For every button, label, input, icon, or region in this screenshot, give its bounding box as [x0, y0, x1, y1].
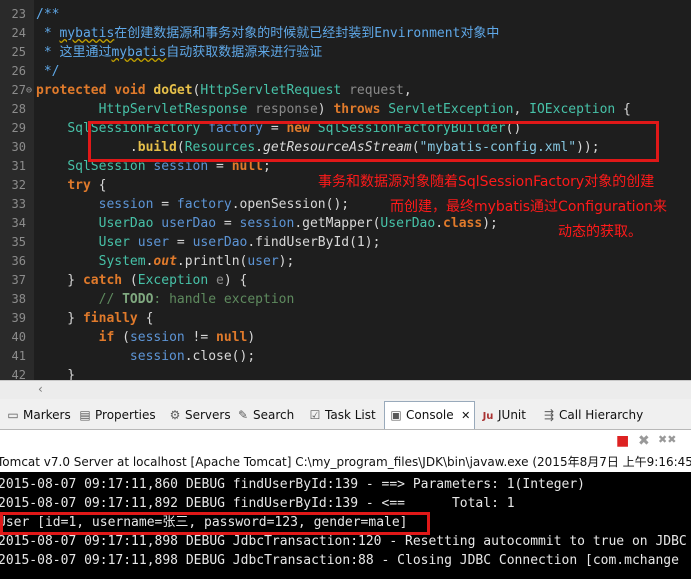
code-line: 42 } — [0, 366, 691, 380]
code-text: * 这里通过mybatis自动获取数据源来进行验证 — [36, 45, 323, 60]
console-process-label: Tomcat v7.0 Server at localhost [Apache … — [0, 455, 691, 469]
console-line: 2015-08-07 09:17:11,898 DEBUG JdbcTransa… — [0, 553, 679, 568]
code-line: 26 */ — [0, 62, 691, 81]
tab-label: Task List — [325, 408, 376, 422]
code-line: 24 * mybatis在创建数据源和事务对象的时候就已经封装到Environm… — [0, 24, 691, 43]
view-tabs: ▭ Markers ▤ Properties ⚙ Servers ✎ Search ☑ Task … — [0, 399, 691, 430]
line-number: 27 — [11, 83, 26, 97]
tab-label: Servers — [185, 408, 231, 422]
tab-search[interactable]: ✎ Search — [236, 405, 294, 425]
remove-all-launches-icon[interactable]: ✖✖ — [658, 433, 676, 446]
annotation-line-3: 动态的获取。 — [558, 224, 642, 240]
line-number: 40 — [11, 330, 26, 344]
close-tab-icon[interactable]: ✕ — [458, 409, 470, 422]
console-icon: ▣ — [390, 408, 402, 422]
line-number: 26 — [11, 64, 26, 78]
code-line: 27 ⊖ protected void doGet(HttpServletReque… — [0, 81, 691, 100]
tab-markers[interactable]: ▭ Markers — [6, 405, 71, 425]
console-process-header: Tomcat v7.0 Server at localhost [Apache … — [0, 452, 691, 472]
line-number: 24 — [11, 26, 26, 40]
highlight-box-factory — [88, 121, 659, 162]
line-number: 23 — [11, 7, 26, 21]
code-line: 38 // TODO: handle exception — [0, 290, 691, 309]
tab-task-list[interactable]: ☑ Task List — [308, 405, 376, 425]
junit-icon: Ju — [482, 411, 494, 422]
code-text: System.out.println(user); — [98, 254, 295, 269]
code-text: session = factory.openSession(); — [98, 197, 350, 212]
line-number: 41 — [11, 349, 26, 363]
tab-console[interactable]: ▣ Console ✕ — [384, 401, 476, 429]
code-text: session.close(); — [129, 349, 256, 364]
search-icon: ✎ — [237, 408, 249, 422]
properties-icon: ▤ — [79, 408, 91, 422]
code-text: } finally { — [36, 311, 154, 326]
tab-servers[interactable]: ⚙ Servers — [168, 405, 231, 425]
code-text: try { — [67, 178, 107, 193]
line-number: 33 — [11, 197, 26, 211]
servers-icon: ⚙ — [169, 408, 181, 422]
tab-junit[interactable]: Ju JUnit — [481, 405, 526, 425]
code-text: if (session != null) — [98, 330, 256, 345]
annotation-line-2: 而创建，最终mybatis通过Configuration来 — [390, 199, 668, 215]
code-text: */ — [36, 64, 60, 79]
code-line: 39 } finally { — [0, 309, 691, 328]
console-line: 2015-08-07 09:17:11,892 DEBUG findUserBy… — [0, 496, 515, 511]
code-text: protected void doGet(HttpServletRequest … — [36, 83, 412, 98]
code-line: 37 } catch (Exception e) { — [0, 271, 691, 290]
code-text: } — [36, 368, 76, 380]
stop-icon[interactable]: ■ — [616, 433, 629, 449]
code-text: UserDao userDao = session.getMapper(User… — [98, 216, 498, 231]
line-number: 42 — [11, 368, 26, 380]
code-text: /** — [36, 7, 60, 22]
editor-horizontal-scrollbar[interactable]: ‹ — [0, 380, 691, 399]
call-hierarchy-icon: ⇶ — [543, 408, 555, 422]
scroll-left-icon[interactable]: ‹ — [38, 382, 43, 396]
code-text: * mybatis在创建数据源和事务对象的时候就已经封装到Environment… — [36, 26, 500, 41]
line-number: 30 — [11, 140, 26, 154]
task-list-icon: ☑ — [309, 408, 321, 422]
tab-label: JUnit — [498, 408, 526, 422]
line-number: 28 — [11, 102, 26, 116]
remove-launch-icon[interactable]: ✖ — [638, 433, 650, 449]
console-line: 2015-08-07 09:17:11,860 DEBUG findUserBy… — [0, 477, 585, 492]
code-text: HttpServletResponse response) throws Ser… — [98, 102, 631, 117]
code-text: // TODO: handle exception — [98, 292, 295, 307]
line-number: 32 — [11, 178, 26, 192]
line-number: 39 — [11, 311, 26, 325]
line-number: 31 — [11, 159, 26, 173]
tab-call-hierarchy[interactable]: ⇶ Call Hierarchy — [542, 405, 643, 425]
tab-label: Markers — [23, 408, 71, 422]
tab-label: Search — [253, 408, 295, 422]
code-line: 23 /** — [0, 5, 691, 24]
code-line: 28 HttpServletResponse response) throws … — [0, 100, 691, 119]
line-number: 36 — [11, 254, 26, 268]
code-line: 25 * 这里通过mybatis自动获取数据源来进行验证 — [0, 43, 691, 62]
line-number: 34 — [11, 216, 26, 230]
code-line: 40 if (session != null) — [0, 328, 691, 347]
line-number: 38 — [11, 292, 26, 306]
annotation-line-1: 事务和数据源对象随着SqlSessionFactory对象的创建 — [318, 174, 655, 190]
tab-label: Call Hierarchy — [559, 408, 644, 422]
line-number: 29 — [11, 121, 26, 135]
tab-label: Console — [406, 408, 454, 422]
tab-label: Properties — [95, 408, 156, 422]
code-text: User user = userDao.findUserById(1); — [98, 235, 381, 250]
line-number: 37 — [11, 273, 26, 287]
code-line: 41 session.close(); — [0, 347, 691, 366]
line-number: 25 — [11, 45, 26, 59]
fold-toggle-icon[interactable]: ⊖ — [26, 81, 32, 100]
code-line: 36 System.out.println(user); — [0, 252, 691, 271]
code-text: } catch (Exception e) { — [36, 273, 248, 288]
line-number: 35 — [11, 235, 26, 249]
console-toolbar: ■ ✖ ✖✖ — [0, 430, 691, 452]
markers-icon: ▭ — [7, 408, 19, 422]
highlight-box-user-output — [0, 512, 430, 535]
tab-properties[interactable]: ▤ Properties — [78, 405, 156, 425]
